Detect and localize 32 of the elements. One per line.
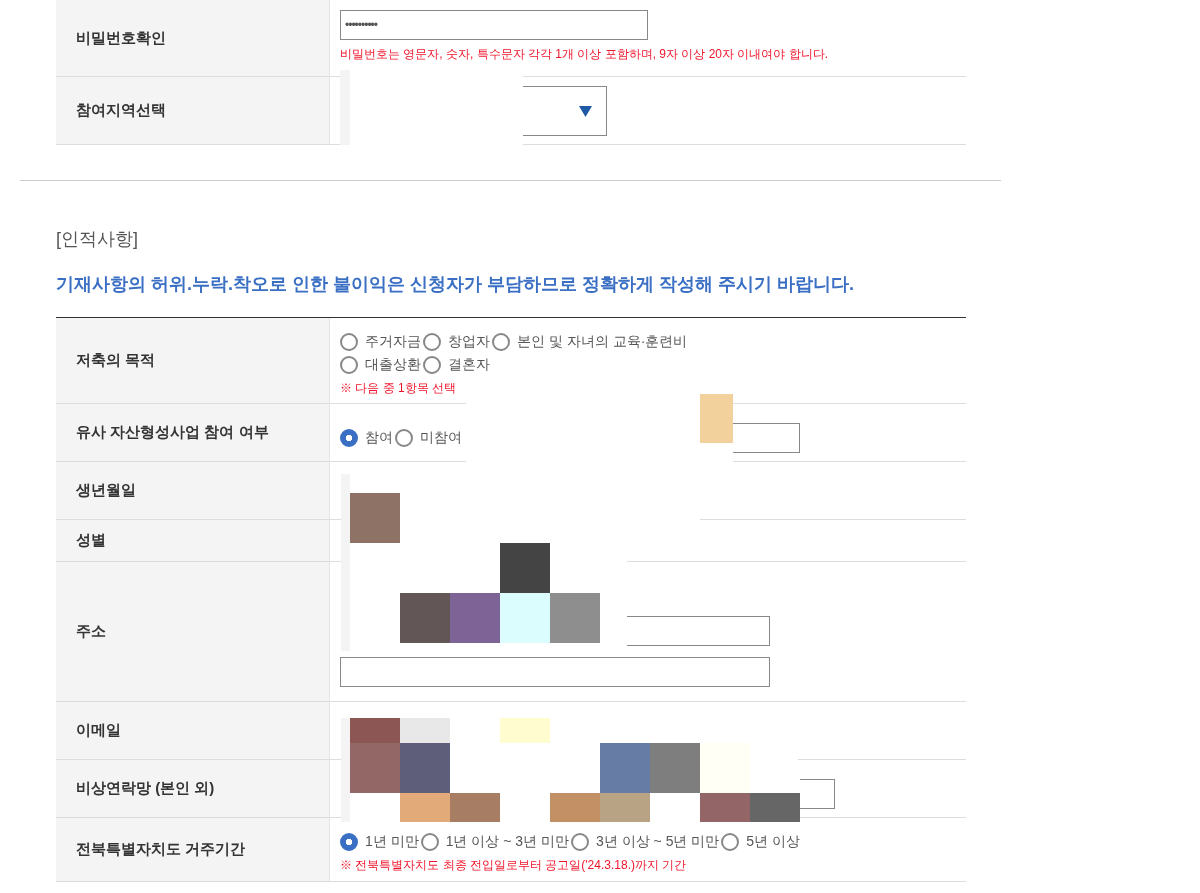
radio-option[interactable]: 대출상환: [340, 355, 421, 374]
radio-option[interactable]: 5년 이상: [721, 833, 800, 851]
radio-option[interactable]: 결혼자: [423, 355, 490, 374]
note-text: ※ 전북특별자치도 최종 전입일로부터 공고일('24.3.18.)까지 기간: [340, 857, 688, 874]
text-field[interactable]: [800, 778, 835, 809]
radio-option[interactable]: 3년 이상 ~ 5년 미만: [571, 833, 720, 851]
field-label: 비밀번호확인: [76, 28, 166, 48]
radio-option[interactable]: 1년 미만: [340, 833, 419, 851]
field-label: 저축의 목적: [76, 351, 156, 370]
field-label: 참여지역선택: [76, 101, 166, 120]
field-label: 비상연락망 (본인 외): [76, 779, 215, 798]
field-label: 성별: [76, 531, 106, 550]
field-label: 이메일: [76, 721, 121, 740]
field-label: 주소: [76, 622, 106, 641]
field-label: 전북특별자치도 거주기간: [76, 840, 246, 859]
radio-option[interactable]: 미참여: [395, 428, 462, 447]
field-label: 생년월일: [76, 481, 136, 500]
section-title: [인적사항]: [56, 228, 139, 251]
password-hint: 비밀번호는 영문자, 숫자, 특수문자 각각 1개 이상 포함하며, 9자 이상 20자 이내여야 합니다.: [340, 46, 830, 63]
field-label: 유사 자산형성사업 참여 여부: [76, 423, 269, 442]
radio-option[interactable]: 1년 이상 ~ 3년 미만: [420, 833, 569, 851]
radio-option[interactable]: 본인 및 자녀의 교육·훈련비: [492, 332, 688, 351]
password-field[interactable]: ••••••••••: [340, 10, 648, 40]
radio-option[interactable]: 창업자: [423, 332, 490, 351]
notice-text: 기재사항의 허위.누락.착오로 인한 불이익은 신청자가 부담하므로 정확하게 작성해 주시기 바랍니다.: [56, 273, 855, 296]
text-field[interactable]: [627, 616, 770, 646]
radio-option[interactable]: 참여: [340, 428, 393, 447]
note-text: ※ 다음 중 1항목 선택: [340, 379, 457, 397]
dropdown-arrow-icon: [579, 105, 592, 117]
radio-option[interactable]: 주거자금: [340, 332, 421, 351]
text-field[interactable]: [733, 422, 800, 453]
text-field[interactable]: [340, 657, 770, 687]
